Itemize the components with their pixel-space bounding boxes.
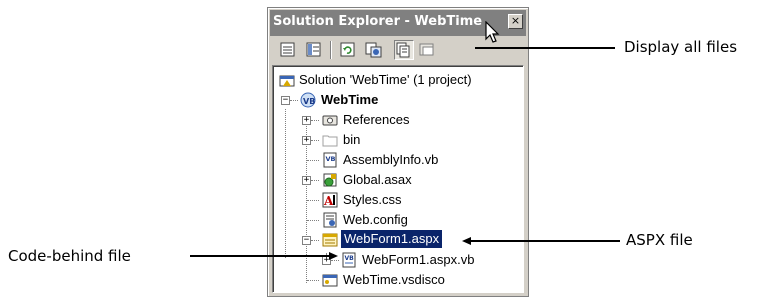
refresh-button[interactable] [338,40,358,60]
tree-item-label: References [343,112,410,127]
callout-line-display-all-files [475,47,615,49]
copy-project-icon [365,42,382,58]
tree-connector [307,160,319,161]
vb-project-icon: VB [300,92,316,108]
svg-text:VB: VB [326,155,336,163]
config-file-icon [323,212,337,228]
svg-text:VB: VB [345,255,355,262]
tree-item-label: Styles.css [343,192,402,207]
tree-connector [290,100,298,101]
tree-connector [307,200,319,201]
tree-item-label: AssemblyInfo.vb [343,152,439,167]
tree-item-label: WebForm1.aspx.vb [362,252,475,267]
expand-icon[interactable]: + [302,176,311,185]
expand-icon[interactable]: + [302,116,311,125]
css-file-icon: A [322,192,338,208]
display-all-files-icon [396,42,410,58]
copy-project-button[interactable] [364,40,384,60]
toolbar-separator [330,41,332,59]
callout-aspx-file: ASPX file [626,231,693,249]
vsdisco-file-icon [322,274,338,287]
show-details-icon [306,42,321,57]
collapse-icon[interactable]: − [281,96,290,105]
tree-item-label: Global.asax [343,172,412,187]
tree-item-label-selected: WebForm1.aspx [341,230,443,248]
tree-connector [311,120,319,121]
folder-icon [322,135,338,147]
vb-file-icon: VB [323,152,337,168]
collapse-icon[interactable]: − [302,236,311,245]
global-asax-icon [323,173,337,187]
tree-connector [307,220,319,221]
tree-item-label: Solution 'WebTime' (1 project) [299,72,472,87]
aspx-file-icon [322,233,338,247]
tree-connector [307,280,319,281]
tree-connector [311,140,319,141]
show-details-button[interactable] [304,40,324,60]
tree-connector [311,240,319,241]
svg-text:VB: VB [303,97,315,106]
properties-icon [280,42,295,57]
display-all-files-button[interactable] [394,40,414,60]
references-icon [322,115,338,126]
close-button[interactable]: × [508,14,523,29]
properties-button[interactable] [278,40,298,60]
nest-related-files-button[interactable] [418,40,438,60]
tree-connector [311,180,319,181]
solution-icon [279,75,295,87]
tree-item-label: WebTime [321,92,379,107]
callout-display-all-files: Display all files [624,38,738,56]
tree-item-label: WebTime.vsdisco [343,272,445,287]
window-title: Solution Explorer - WebTime [273,14,483,29]
svg-text:A: A [323,194,334,208]
toolbar [272,38,526,64]
nest-related-files-icon [419,43,434,56]
vb-code-file-icon: VB [342,252,356,268]
refresh-icon [340,42,355,57]
tree-item-label: Web.config [343,212,408,227]
callout-code-behind: Code-behind file [8,247,131,265]
expand-icon[interactable]: + [302,136,311,145]
tree-item-label: bin [343,132,361,147]
callout-arrow-aspx [462,237,620,245]
callout-arrow-code-behind [190,252,338,260]
close-icon: × [510,14,521,27]
